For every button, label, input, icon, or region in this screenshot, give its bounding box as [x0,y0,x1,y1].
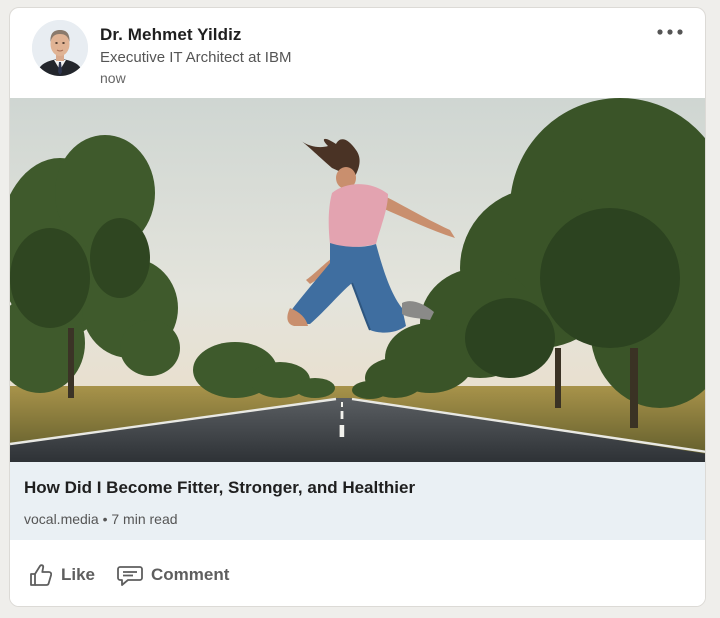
comment-button[interactable]: Comment [116,560,229,590]
jumping-woman-photo [10,98,705,462]
article-title[interactable]: How Did I Become Fitter, Stronger, and H… [24,478,415,498]
like-button[interactable]: Like [28,560,95,590]
avatar-photo [32,20,88,76]
thumbs-up-icon [30,564,53,586]
article-meta: vocal.media • 7 min read [24,511,178,527]
comment-label: Comment [151,565,230,584]
author-avatar[interactable] [32,20,88,76]
post-image[interactable] [10,98,705,462]
link-preview[interactable]: How Did I Become Fitter, Stronger, and H… [10,462,705,540]
post-actions-bar: Like Comment [10,540,705,606]
comment-bubble-icon [117,566,143,586]
ellipsis-horizontal-icon [657,29,683,35]
post-card: Dr. Mehmet Yildiz Executive IT Architect… [9,7,706,607]
author-headline: Executive IT Architect at IBM [100,49,292,66]
more-options-button[interactable] [653,20,687,44]
author-name[interactable]: Dr. Mehmet Yildiz [100,25,242,45]
post-header: Dr. Mehmet Yildiz Executive IT Architect… [10,8,705,98]
like-label: Like [61,565,96,584]
post-timestamp: now [100,70,126,86]
